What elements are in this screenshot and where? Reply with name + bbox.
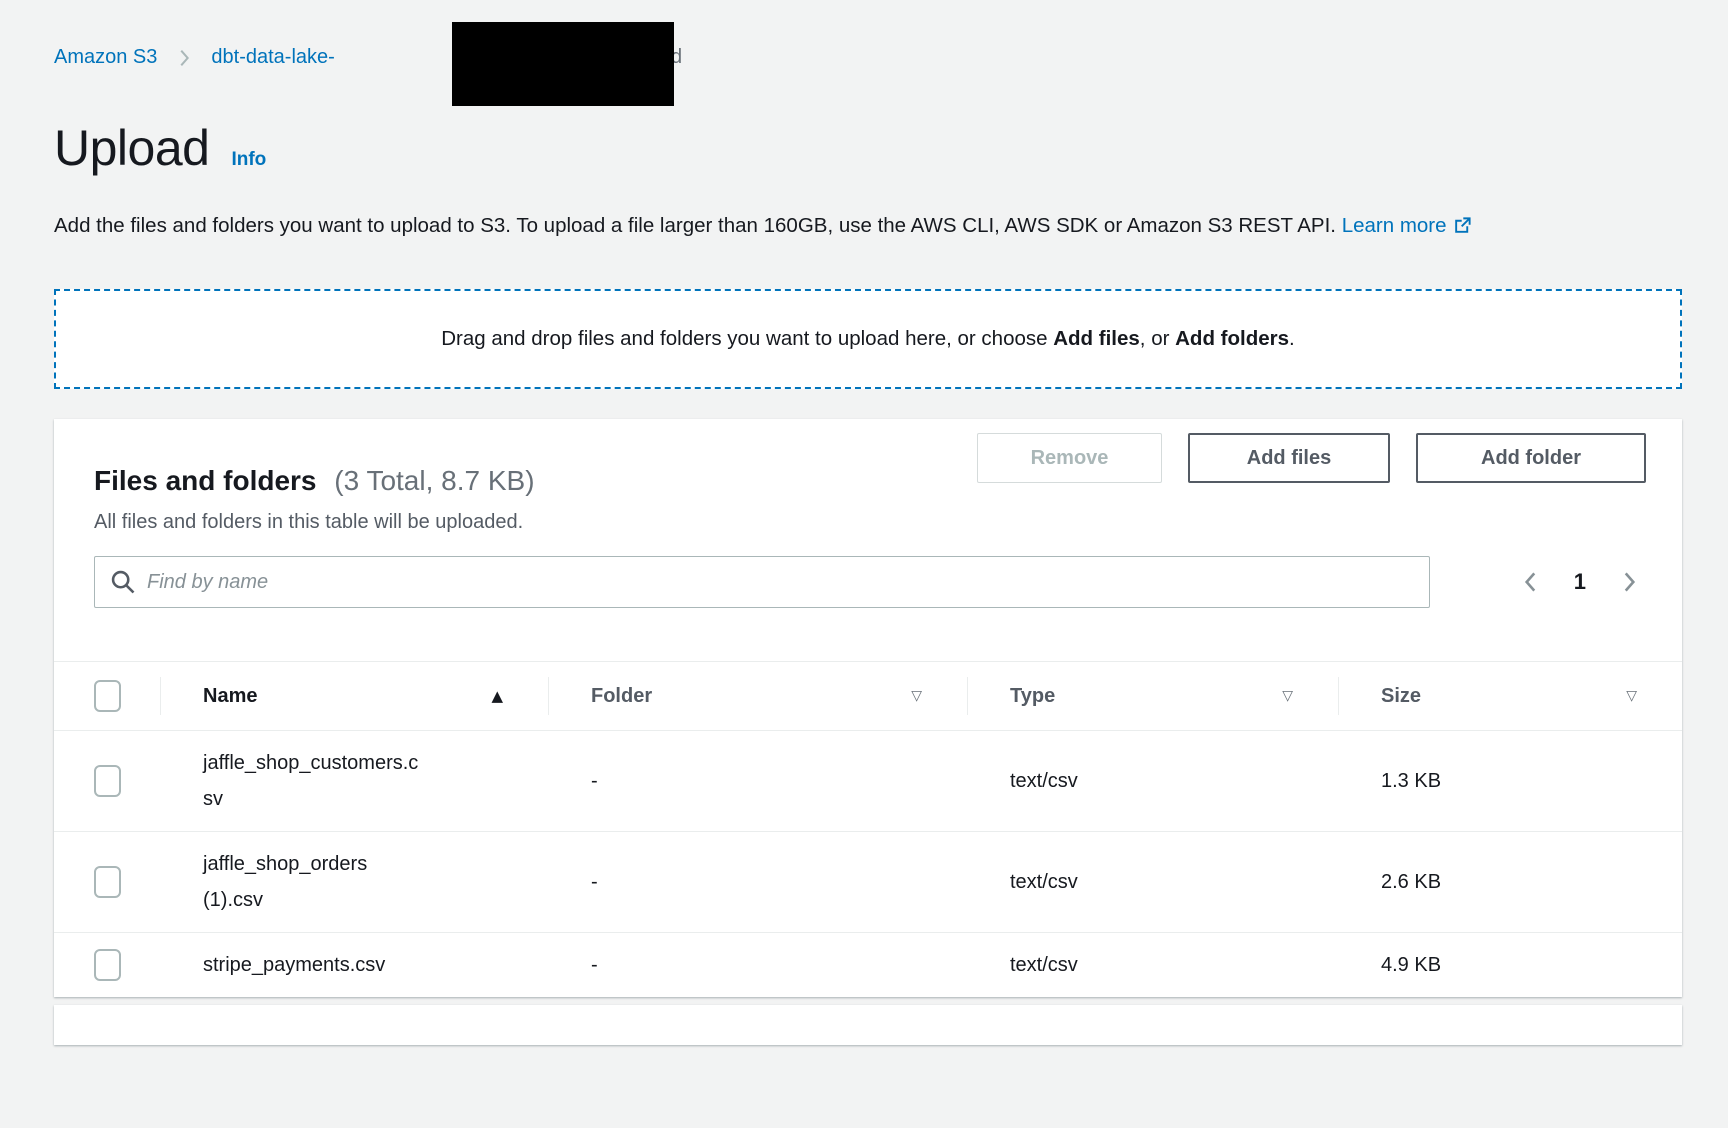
description-text: Add the files and folders you want to up… (54, 214, 1336, 237)
sort-unsorted-icon: ▽ (911, 688, 922, 704)
row-checkbox[interactable] (94, 765, 121, 797)
file-folder: - (548, 864, 967, 900)
row-checkbox[interactable] (94, 866, 121, 898)
breadcrumb-bucket[interactable]: dbt-data-lake- (211, 46, 334, 69)
search-box (94, 556, 1430, 608)
file-size: 4.9 KB (1338, 947, 1682, 983)
column-label: Type (1010, 685, 1055, 708)
sort-unsorted-icon: ▽ (1282, 688, 1293, 704)
table-row: jaffle_shop_customers.csv - text/csv 1.3… (54, 731, 1682, 832)
add-files-button[interactable]: Add files (1188, 433, 1390, 483)
column-label: Name (203, 685, 257, 708)
pagination: 1 (1518, 569, 1642, 595)
panel-count: (3 Total, 8.7 KB) (334, 465, 534, 496)
file-type: text/csv (967, 947, 1338, 983)
s3-upload-page: Amazon S3 dbt-data-lake- Upload Upload I… (0, 0, 1728, 1128)
select-all-checkbox[interactable] (94, 680, 121, 712)
sort-unsorted-icon: ▽ (1626, 688, 1637, 704)
add-folder-button[interactable]: Add folder (1416, 433, 1646, 483)
table-header: Name ▲ Folder ▽ Type ▽ Size ▽ (54, 661, 1682, 731)
next-panel-edge (54, 1005, 1682, 1045)
breadcrumb-amazon-s3[interactable]: Amazon S3 (54, 46, 157, 69)
drag-drop-zone[interactable]: Drag and drop files and folders you want… (54, 289, 1682, 389)
previous-page-icon[interactable] (1518, 569, 1544, 595)
file-size: 1.3 KB (1338, 763, 1682, 799)
panel-title: Files and folders (94, 465, 317, 496)
files-table: Name ▲ Folder ▽ Type ▽ Size ▽ (54, 661, 1682, 997)
panel-heading: Files and folders (3 Total, 8.7 KB) (94, 433, 535, 497)
file-folder: - (548, 763, 967, 799)
panel-subtitle: All files and folders in this table will… (94, 511, 1642, 534)
chevron-right-icon (173, 47, 195, 69)
page-description: Add the files and folders you want to up… (54, 207, 1674, 247)
column-label: Folder (591, 685, 652, 708)
file-name: stripe_payments.csv (203, 947, 423, 983)
search-input[interactable] (147, 557, 1415, 607)
search-icon (109, 568, 137, 596)
file-folder: - (548, 947, 967, 983)
file-name: jaffle_shop_orders (1).csv (203, 846, 423, 918)
learn-more-link[interactable]: Learn more (1342, 214, 1447, 237)
row-checkbox[interactable] (94, 949, 121, 981)
table-row: jaffle_shop_orders (1).csv - text/csv 2.… (54, 832, 1682, 933)
table-row: stripe_payments.csv - text/csv 4.9 KB (54, 933, 1682, 997)
column-header-name[interactable]: Name ▲ (160, 662, 548, 730)
redacted-bucket-name (452, 22, 674, 106)
file-size: 2.6 KB (1338, 864, 1682, 900)
external-link-icon (1453, 210, 1472, 247)
column-label: Size (1381, 685, 1421, 708)
info-link[interactable]: Info (231, 149, 266, 171)
column-header-folder[interactable]: Folder ▽ (548, 662, 967, 730)
current-page-number[interactable]: 1 (1574, 569, 1586, 595)
column-header-type[interactable]: Type ▽ (967, 662, 1338, 730)
column-header-size[interactable]: Size ▽ (1338, 662, 1682, 730)
dropzone-text: Drag and drop files and folders you want… (441, 327, 1294, 351)
file-name: jaffle_shop_customers.csv (203, 745, 423, 817)
table-body: jaffle_shop_customers.csv - text/csv 1.3… (54, 731, 1682, 997)
remove-button[interactable]: Remove (977, 433, 1162, 483)
page-title: Upload (54, 119, 209, 177)
next-page-icon[interactable] (1616, 569, 1642, 595)
breadcrumb: Amazon S3 dbt-data-lake- Upload (54, 0, 1682, 69)
file-type: text/csv (967, 864, 1338, 900)
files-and-folders-panel: Files and folders (3 Total, 8.7 KB) Remo… (54, 419, 1682, 997)
sort-ascending-icon: ▲ (491, 687, 503, 705)
file-type: text/csv (967, 763, 1338, 799)
